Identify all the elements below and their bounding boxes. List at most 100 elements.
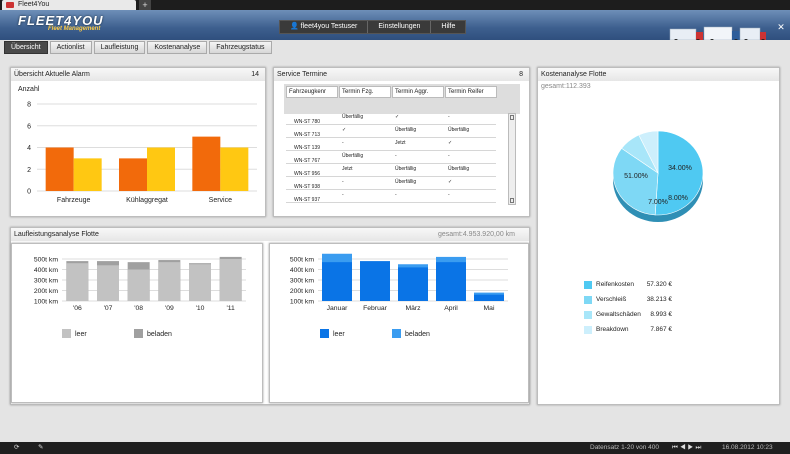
- alarm-y-tick-label: 0: [27, 189, 31, 196]
- years-bar-chart: 500t km 400t km 300t km 200t km 100t km '06 '0…: [34, 257, 246, 338]
- table-cell: Überfällig: [395, 179, 417, 185]
- legend-swatch: [584, 281, 592, 289]
- settings-menu[interactable]: Einstellungen: [368, 21, 432, 33]
- km-legend-swatch: [320, 329, 329, 338]
- km-x-tick-label: '11: [226, 305, 235, 312]
- pie-slice-label: 8.00%: [668, 195, 688, 202]
- tab-uebersicht[interactable]: Übersicht: [4, 41, 48, 54]
- legend-label: Reifenkosten: [596, 281, 634, 288]
- new-tab-button[interactable]: +: [139, 0, 151, 10]
- km-bar-leer: [322, 262, 352, 301]
- view-tabs: Übersicht Actionlist Laufleistung Kosten…: [4, 40, 274, 55]
- alarm-bar: [73, 158, 102, 191]
- km-y-tick-label: 200t km: [290, 288, 315, 295]
- table-cell: WN-ST 139: [294, 145, 321, 151]
- user-icon: 👤: [290, 23, 301, 30]
- service-panel-title: Service Termine: [274, 68, 529, 81]
- km-x-tick-label: '06: [73, 305, 82, 312]
- pie-slice-label: 7.00%: [648, 199, 668, 206]
- col-termin-fzg[interactable]: Termin Fzg.: [339, 86, 391, 98]
- user-menu[interactable]: 👤 fleet4you Testuser: [280, 21, 369, 33]
- col-termin-reifen[interactable]: Termin Reifer: [445, 86, 497, 98]
- km-x-tick-label: Januar: [327, 305, 349, 312]
- km-bar-leer: [474, 294, 504, 301]
- help-menu[interactable]: Hilfe: [431, 21, 465, 33]
- table-row[interactable]: WN-ST 780 Überfällig ✓ -: [286, 113, 496, 125]
- alarm-x-tick-label: Fahrzeuge: [57, 197, 91, 204]
- kosten-legend: Reifenkosten 57.320 € Verschleiß 38.213 € Ge…: [538, 268, 779, 338]
- service-table-body: WN-ST 780 Überfällig ✓ - WN-ST 713 ✓ Überfälli…: [286, 113, 496, 205]
- km-bar-leer: [158, 262, 181, 301]
- legend-value: 8.993 €: [650, 311, 672, 318]
- close-window-button[interactable]: ✕: [776, 22, 786, 32]
- km-legend-swatch: [392, 329, 401, 338]
- alarm-y-tick-label: 2: [27, 167, 31, 174]
- alarm-bar: [192, 136, 221, 191]
- table-row[interactable]: WN-ST 937 - - -: [286, 191, 496, 203]
- edit-icon[interactable]: ✎: [38, 442, 43, 454]
- service-panel: Service Termine 8 Fahrzeugkenr Termin Fz…: [273, 67, 530, 217]
- kosten-total: gesamt:112.393: [541, 83, 591, 90]
- table-cell: -: [342, 179, 344, 185]
- tab-kostenanalyse[interactable]: Kostenanalyse: [147, 41, 208, 54]
- legend-value: 38.213 €: [646, 296, 672, 303]
- alarm-panel: Übersicht Aktuelle Alarm 14 Anzahl 8 6 4 2 0…: [10, 67, 266, 217]
- km-y-tick-label: 400t km: [34, 267, 59, 274]
- km-x-tick-label: Februar: [363, 305, 388, 312]
- table-cell: WN-ST 713: [294, 132, 321, 138]
- km-legend-swatch: [134, 329, 143, 338]
- laufleistung-total: gesamt:4.953.920,00 km: [437, 231, 515, 238]
- pagination-icon[interactable]: ⏮◀▶⏭: [672, 442, 703, 454]
- kosten-panel-title: Kostenanalyse Flotte: [538, 68, 779, 81]
- browser-tab-bar: Fleet4You +: [0, 0, 790, 10]
- app-favicon-icon: [6, 2, 14, 8]
- pie-slice-label: 34.00%: [668, 165, 692, 172]
- logo-subtext: Fleet Management: [48, 26, 101, 32]
- km-bar-leer: [189, 264, 211, 301]
- alarm-bar: [147, 147, 175, 191]
- app-header: FLEET4YOU Fleet Management 👤 fleet4you T…: [0, 10, 790, 43]
- km-x-tick-label: '07: [104, 305, 113, 312]
- tab-laufleistung[interactable]: Laufleistung: [93, 41, 146, 54]
- years-chart-card: 500t km 400t km 300t km 200t km 100t km '06 '0…: [11, 243, 263, 403]
- table-cell: Überfällig: [342, 153, 364, 159]
- table-cell: -: [448, 114, 450, 120]
- table-row[interactable]: WN-ST 938 - Überfällig ✓: [286, 178, 496, 190]
- service-scrollbar[interactable]: [508, 113, 516, 205]
- scroll-down-icon[interactable]: [510, 198, 514, 203]
- table-row[interactable]: WN-ST 139 - Jetzt ✓: [286, 139, 496, 151]
- col-termin-aggr[interactable]: Termin Aggr.: [392, 86, 444, 98]
- months-chart-card: 500t km 400t km 300t km 200t km 100t km Janua…: [269, 243, 529, 403]
- service-count: 8: [519, 71, 523, 78]
- kosten-pie-chart: 51.00% 34.00% 8.00%7.00%: [612, 130, 704, 222]
- record-count: Datensatz 1-20 von 400: [590, 444, 660, 451]
- tab-actionlist[interactable]: Actionlist: [49, 41, 92, 54]
- km-legend-label: leer: [333, 331, 345, 338]
- tab-fahrzeugstatus[interactable]: Fahrzeugstatus: [209, 41, 272, 54]
- km-y-tick-label: 400t km: [290, 267, 315, 274]
- refresh-icon[interactable]: ⟳: [14, 442, 19, 454]
- table-cell: -: [395, 153, 397, 159]
- table-cell: WN-ST 767: [294, 158, 321, 164]
- km-y-tick-label: 300t km: [290, 278, 315, 285]
- table-cell: Überfällig: [395, 127, 417, 133]
- km-legend-label: beladen: [405, 331, 430, 338]
- table-cell: Überfällig: [448, 166, 470, 172]
- alarm-y-tick-label: 4: [27, 145, 31, 152]
- alarm-y-tick-label: 8: [27, 102, 31, 109]
- fleet4you-logo: FLEET4YOU Fleet Management: [18, 13, 118, 37]
- km-bar-leer: [398, 267, 428, 301]
- km-bar-leer: [219, 259, 242, 301]
- alarm-count: 14: [251, 71, 259, 78]
- col-fahrzeug[interactable]: Fahrzeugkenr: [286, 86, 338, 98]
- km-y-tick-label: 100t km: [34, 299, 59, 306]
- alarm-x-tick-label: Kühlaggregat: [126, 197, 168, 204]
- table-row[interactable]: WN-ST 956 Jetzt Überfällig Überfällig: [286, 165, 496, 177]
- legend-swatch: [584, 326, 592, 334]
- table-cell: WN-ST 938: [294, 184, 321, 190]
- table-row[interactable]: WN-ST 767 Überfällig - -: [286, 152, 496, 164]
- browser-tab[interactable]: Fleet4You: [2, 0, 136, 10]
- months-bar-chart: 500t km 400t km 300t km 200t km 100t km Janua…: [290, 253, 508, 338]
- scroll-up-icon[interactable]: [510, 115, 514, 120]
- table-row[interactable]: WN-ST 713 ✓ Überfällig Überfällig: [286, 126, 496, 138]
